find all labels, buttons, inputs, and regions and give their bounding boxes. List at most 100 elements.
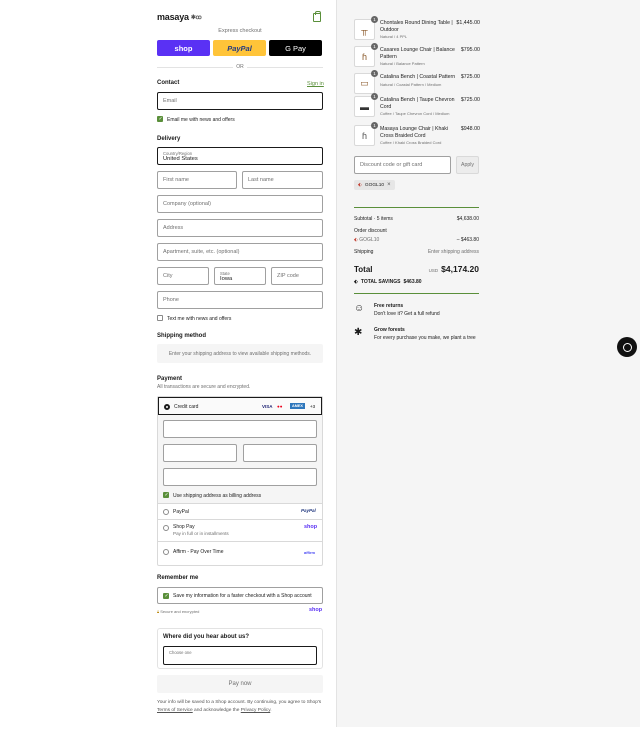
item-variant: Natural / Coastal Pattern / Medium: [380, 81, 442, 87]
payment-subtitle: All transactions are secure and encrypte…: [157, 384, 251, 390]
contact-heading: Contact: [157, 80, 180, 86]
perk-sub: Don't love it? Get a full refund: [374, 311, 440, 317]
total-label: Total: [354, 265, 373, 274]
paypal-radio[interactable]: [163, 509, 169, 515]
item-name: Masaya Lounge Chair | Khaki Cross Braide…: [380, 126, 448, 139]
quantity-badge: 1: [371, 16, 378, 23]
affirm-option[interactable]: Affirm - Pay Over Time affirm: [158, 542, 322, 565]
brand-logo[interactable]: masaya ✱ꝏ: [157, 12, 202, 22]
google-pay-button[interactable]: G Pay: [269, 40, 322, 56]
order-discount-label: Order discount: [354, 228, 387, 234]
terms-pre: Your info will be saved to a Shop accoun…: [157, 700, 322, 705]
phone-field[interactable]: Phone: [157, 291, 323, 309]
shop-pay-option[interactable]: Shop Pay Pay in full or in installments …: [158, 520, 322, 542]
pay-now-button[interactable]: Pay now: [157, 675, 323, 693]
card-expiry-field[interactable]: [163, 444, 237, 462]
list-item: ɦ 1 Masaya Lounge Chair | Khaki Cross Br…: [354, 122, 480, 147]
shop-pay-label: Shop Pay: [173, 524, 195, 530]
shipping-method-heading: Shipping method: [157, 333, 206, 339]
discount-chip: ⬖ GOGL10 ×: [354, 180, 395, 190]
shop-pay-sub: Pay in full or in installments: [173, 531, 229, 536]
terms-text: Your info will be saved to a Shop accoun…: [157, 699, 323, 714]
shipping-row: Shipping Enter shipping address: [354, 249, 479, 255]
list-item: ╥ 1 Chontales Round Dining Table | Outdo…: [354, 16, 480, 41]
news-checkbox-label: Email me with news and offers: [167, 117, 235, 123]
chair-icon: ɦ: [361, 51, 367, 62]
email-field[interactable]: Email: [157, 92, 323, 110]
last-name-field[interactable]: Last name: [242, 171, 323, 189]
paypal-option[interactable]: PayPal PayPal: [158, 504, 322, 520]
perk-title: Free returns: [374, 303, 404, 309]
apartment-field[interactable]: Apartment, suite, etc. (optional): [157, 243, 323, 261]
bag-icon[interactable]: [313, 11, 321, 22]
credit-card-option[interactable]: Credit card VISA ●● AMEX +3: [158, 397, 322, 415]
savings-value: $463.80: [403, 279, 422, 285]
or-label: OR: [233, 64, 247, 70]
paypal-label: PayPal: [173, 509, 189, 515]
item-name-block: Catalina Bench | Taupe Chevron Cord Coffe…: [380, 97, 456, 118]
first-name-field[interactable]: First name: [157, 171, 237, 189]
item-name-block: Casares Lounge Chair | Balance Pattern Na…: [380, 47, 456, 68]
last-name-placeholder: Last name: [248, 177, 274, 183]
apply-button[interactable]: Apply: [456, 156, 479, 174]
tag-icon: ⬖: [354, 279, 358, 285]
news-checkbox[interactable]: [157, 116, 163, 122]
address-placeholder: Address: [163, 225, 184, 231]
paypal-logo-icon: PayPal: [301, 508, 316, 513]
bench-icon: ▭: [360, 78, 369, 88]
total-savings: ⬖ TOTAL SAVINGS $463.80: [354, 279, 422, 285]
item-variant: Coffee / Khaki Cross Braided Cord: [380, 140, 442, 145]
zip-placeholder: ZIP code: [277, 273, 299, 279]
perks-divider: [354, 293, 479, 294]
item-price: $948.00: [460, 126, 480, 132]
card-name-field[interactable]: [163, 468, 317, 486]
address-field[interactable]: Address: [157, 219, 323, 237]
paypal-button[interactable]: PayPal: [213, 40, 266, 56]
company-field[interactable]: Company (optional): [157, 195, 323, 213]
item-variant: Natural / 4 PPL: [380, 34, 408, 39]
state-select[interactable]: State Iowa: [214, 267, 266, 285]
privacy-policy-link[interactable]: Privacy Policy: [241, 708, 271, 713]
shop-pay-button[interactable]: shop: [157, 40, 210, 56]
credit-card-label: Credit card: [174, 404, 199, 410]
brand-mark-icon: ✱ꝏ: [190, 14, 202, 21]
billing-checkbox[interactable]: [163, 492, 169, 498]
shop-pay-radio[interactable]: [163, 525, 169, 531]
chat-bubble-icon[interactable]: [617, 337, 637, 357]
shipping-label: Shipping: [354, 249, 374, 255]
survey-heading: Where did you hear about us?: [163, 634, 250, 640]
card-number-field[interactable]: [163, 420, 317, 438]
credit-card-radio[interactable]: [164, 404, 170, 410]
list-item: ▭ 1 Catalina Bench | Coastal Pattern Natu…: [354, 70, 480, 95]
amex-icon: AMEX: [290, 403, 305, 409]
summary-divider: [354, 207, 479, 208]
item-name-block: Masaya Lounge Chair | Khaki Cross Braide…: [380, 126, 456, 147]
remember-checkbox[interactable]: [163, 593, 169, 599]
city-field[interactable]: City: [157, 267, 209, 285]
billing-label: Use shipping address as billing address: [173, 493, 262, 499]
item-name: Catalina Bench | Coastal Pattern: [380, 74, 456, 80]
quantity-badge: 1: [371, 43, 378, 50]
survey-select[interactable]: Choose one: [163, 646, 317, 665]
first-name-placeholder: First name: [163, 177, 189, 183]
remember-heading: Remember me: [157, 575, 199, 581]
zip-field[interactable]: ZIP code: [271, 267, 323, 285]
city-placeholder: City: [163, 273, 173, 279]
list-item: ɦ 1 Casares Lounge Chair | Balance Patte…: [354, 43, 480, 68]
affirm-logo-icon: affirm: [304, 550, 316, 555]
remember-box: Save my information for a faster checkou…: [157, 587, 323, 604]
text-offers-label: Text me with news and offers: [167, 316, 232, 322]
close-icon[interactable]: ×: [387, 182, 391, 188]
secure-text: Secure and encrypted: [160, 609, 200, 614]
discount-input[interactable]: Discount code or gift card: [354, 156, 451, 174]
tag-icon: ⬖: [354, 237, 358, 243]
card-cvc-field[interactable]: [243, 444, 317, 462]
terms-of-service-link[interactable]: Terms of Service: [157, 708, 193, 713]
sign-in-link[interactable]: Sign in: [307, 81, 324, 87]
country-select[interactable]: Country/Region United States: [157, 147, 323, 165]
item-price: $725.00: [460, 74, 480, 80]
payment-options: Credit card VISA ●● AMEX +3 Use shipping…: [157, 396, 323, 566]
affirm-radio[interactable]: [163, 549, 169, 555]
remember-label: Save my information for a faster checkou…: [173, 593, 312, 599]
text-offers-checkbox[interactable]: [157, 315, 163, 321]
